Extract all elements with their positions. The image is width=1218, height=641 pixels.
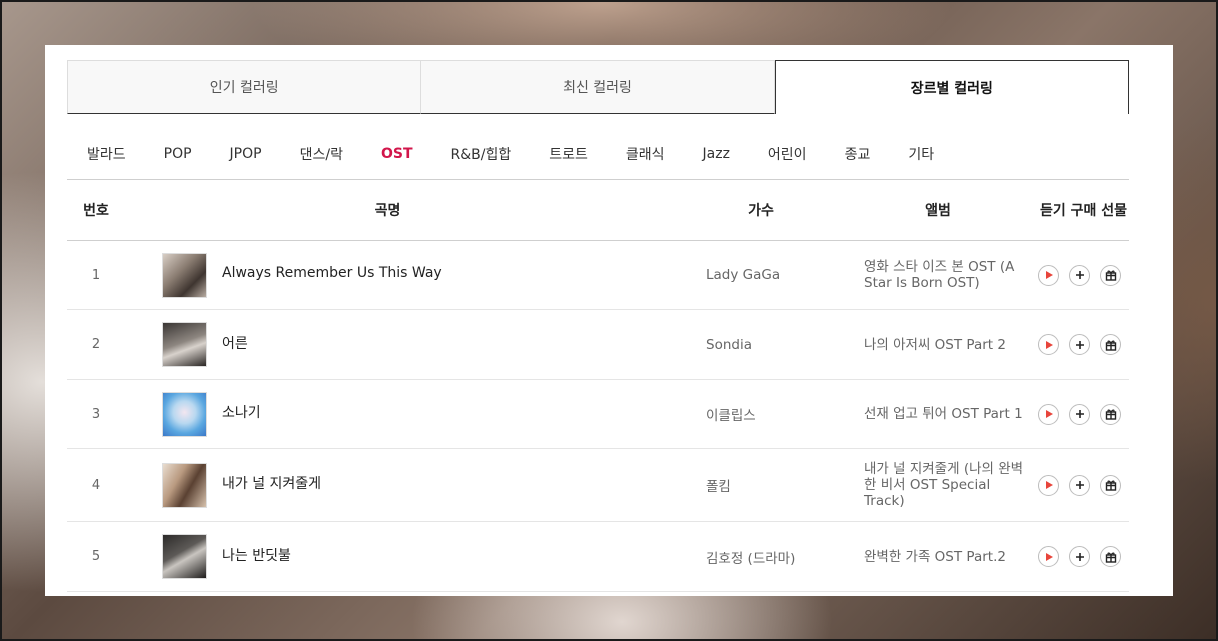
- coloring-panel: 인기 컬러링 최신 컬러링 장르별 컬러링 발라드 POP JPOP 댄스/락 …: [45, 45, 1173, 596]
- song-cell: 나는 반딧불: [125, 534, 650, 579]
- genre-trot[interactable]: 트로트: [549, 144, 588, 164]
- genre-jpop[interactable]: JPOP: [230, 146, 262, 162]
- table-row: 3 소나기 이클립스 선재 업고 튀어 OST Part 1: [67, 380, 1129, 449]
- row-number: 3: [91, 406, 101, 422]
- song-cell: Always Remember Us This Way: [125, 252, 650, 298]
- purchase-button[interactable]: [1069, 546, 1090, 567]
- genre-pop[interactable]: POP: [164, 146, 192, 162]
- purchase-button[interactable]: [1069, 334, 1090, 355]
- genre-filter: 발라드 POP JPOP 댄스/락 OST R&B/힙합 트로트 클래식 Jaz…: [67, 129, 1129, 179]
- plus-icon: [1075, 481, 1084, 489]
- table-row: 5 나는 반딧불 김호정 (드라마) 완벽한 가족 OST Part.2: [67, 522, 1129, 592]
- table-header: 번호 곡명 가수 앨범 듣기 구매 선물: [67, 180, 1129, 241]
- artist-name: Sondia: [706, 336, 752, 353]
- genre-jazz[interactable]: Jazz: [703, 146, 730, 162]
- play-button[interactable]: [1038, 474, 1059, 496]
- genre-religion[interactable]: 종교: [845, 144, 871, 164]
- play-button[interactable]: [1038, 264, 1059, 286]
- play-icon: [1045, 271, 1053, 279]
- album-thumbnail[interactable]: [162, 391, 207, 437]
- song-cell: 소나기: [125, 391, 650, 437]
- genre-classical[interactable]: 클래식: [626, 144, 665, 164]
- song-title[interactable]: 소나기: [222, 402, 261, 422]
- album-name: 나의 아저씨 OST Part 2: [864, 336, 1006, 353]
- artist-name: Lady GaGa: [706, 267, 781, 283]
- genre-ost[interactable]: OST: [381, 146, 413, 162]
- gift-icon: [1105, 340, 1116, 351]
- song-title[interactable]: 어른: [222, 333, 248, 353]
- gift-button[interactable]: [1100, 546, 1121, 567]
- row-number: 4: [91, 477, 101, 493]
- album-name: 완벽한 가족 OST Part.2: [864, 548, 1006, 565]
- row-number: 1: [91, 267, 101, 283]
- gift-icon: [1105, 270, 1116, 281]
- artist-name: 폴킴: [706, 479, 731, 495]
- table-row: 4 내가 널 지켜줄게 폴킴 내가 널 지켜줄게 (나의 완벽한 비서 OST …: [67, 449, 1129, 522]
- gift-icon: [1105, 409, 1116, 420]
- song-title[interactable]: Always Remember Us This Way: [222, 265, 442, 281]
- song-title[interactable]: 내가 널 지켜줄게: [222, 473, 321, 493]
- gift-icon: [1105, 480, 1116, 491]
- header-album: 앨범: [925, 203, 951, 219]
- album-thumbnail[interactable]: [162, 322, 207, 367]
- purchase-button[interactable]: [1069, 403, 1090, 425]
- tab-latest[interactable]: 최신 컬러링: [421, 60, 775, 114]
- album-name: 영화 스타 이즈 본 OST (A Star Is Born OST): [864, 259, 1015, 291]
- song-table: 번호 곡명 가수 앨범 듣기 구매 선물 1 Always Remember U…: [67, 179, 1129, 592]
- purchase-button[interactable]: [1069, 264, 1090, 286]
- plus-icon: [1075, 340, 1084, 349]
- play-icon: [1045, 481, 1053, 489]
- gift-button[interactable]: [1100, 403, 1121, 425]
- tab-genre[interactable]: 장르별 컬러링: [774, 60, 1129, 114]
- play-icon: [1045, 552, 1053, 561]
- play-button[interactable]: [1038, 403, 1059, 425]
- genre-ballad[interactable]: 발라드: [87, 144, 126, 164]
- play-button[interactable]: [1038, 546, 1059, 567]
- gift-button[interactable]: [1100, 264, 1121, 286]
- action-buttons: [1034, 264, 1129, 286]
- gift-icon: [1105, 552, 1116, 563]
- artist-name: 이클립스: [706, 408, 756, 424]
- plus-icon: [1075, 552, 1084, 561]
- song-cell: 내가 널 지켜줄게: [125, 462, 650, 508]
- artist-name: 김호정 (드라마): [706, 550, 796, 567]
- header-song: 곡명: [374, 203, 401, 219]
- gift-button[interactable]: [1100, 334, 1121, 355]
- header-artist: 가수: [748, 203, 774, 219]
- tab-popular[interactable]: 인기 컬러링: [67, 60, 422, 114]
- album-thumbnail[interactable]: [162, 252, 207, 298]
- genre-rnb-hiphop[interactable]: R&B/힙합: [451, 144, 512, 164]
- table-row: 1 Always Remember Us This Way Lady GaGa …: [67, 241, 1129, 310]
- album-name: 내가 널 지켜줄게 (나의 완벽한 비서 OST Special Track): [864, 461, 1024, 509]
- play-icon: [1045, 410, 1053, 418]
- genre-kids[interactable]: 어린이: [768, 144, 807, 164]
- genre-dance-rock[interactable]: 댄스/락: [300, 144, 343, 164]
- purchase-button[interactable]: [1069, 474, 1090, 496]
- album-name: 선재 업고 튀어 OST Part 1: [864, 406, 1023, 422]
- table-row: 2 어른 Sondia 나의 아저씨 OST Part 2: [67, 310, 1129, 380]
- row-number: 2: [91, 337, 101, 352]
- play-button[interactable]: [1038, 334, 1059, 355]
- genre-etc[interactable]: 기타: [908, 144, 934, 164]
- song-title[interactable]: 나는 반딧불: [222, 545, 291, 565]
- plus-icon: [1075, 271, 1084, 279]
- gift-button[interactable]: [1100, 474, 1121, 496]
- action-buttons: [1034, 403, 1129, 425]
- action-buttons: [1034, 334, 1129, 355]
- action-buttons: [1034, 474, 1129, 496]
- album-thumbnail[interactable]: [162, 534, 207, 579]
- plus-icon: [1075, 410, 1084, 418]
- category-tabs: 인기 컬러링 최신 컬러링 장르별 컬러링: [67, 60, 1129, 114]
- row-number: 5: [91, 549, 101, 564]
- action-buttons: [1034, 546, 1129, 567]
- header-no: 번호: [83, 203, 109, 219]
- album-thumbnail[interactable]: [162, 462, 207, 508]
- play-icon: [1045, 340, 1053, 349]
- song-cell: 어른: [125, 322, 650, 367]
- header-actions: 듣기 구매 선물: [1039, 203, 1127, 219]
